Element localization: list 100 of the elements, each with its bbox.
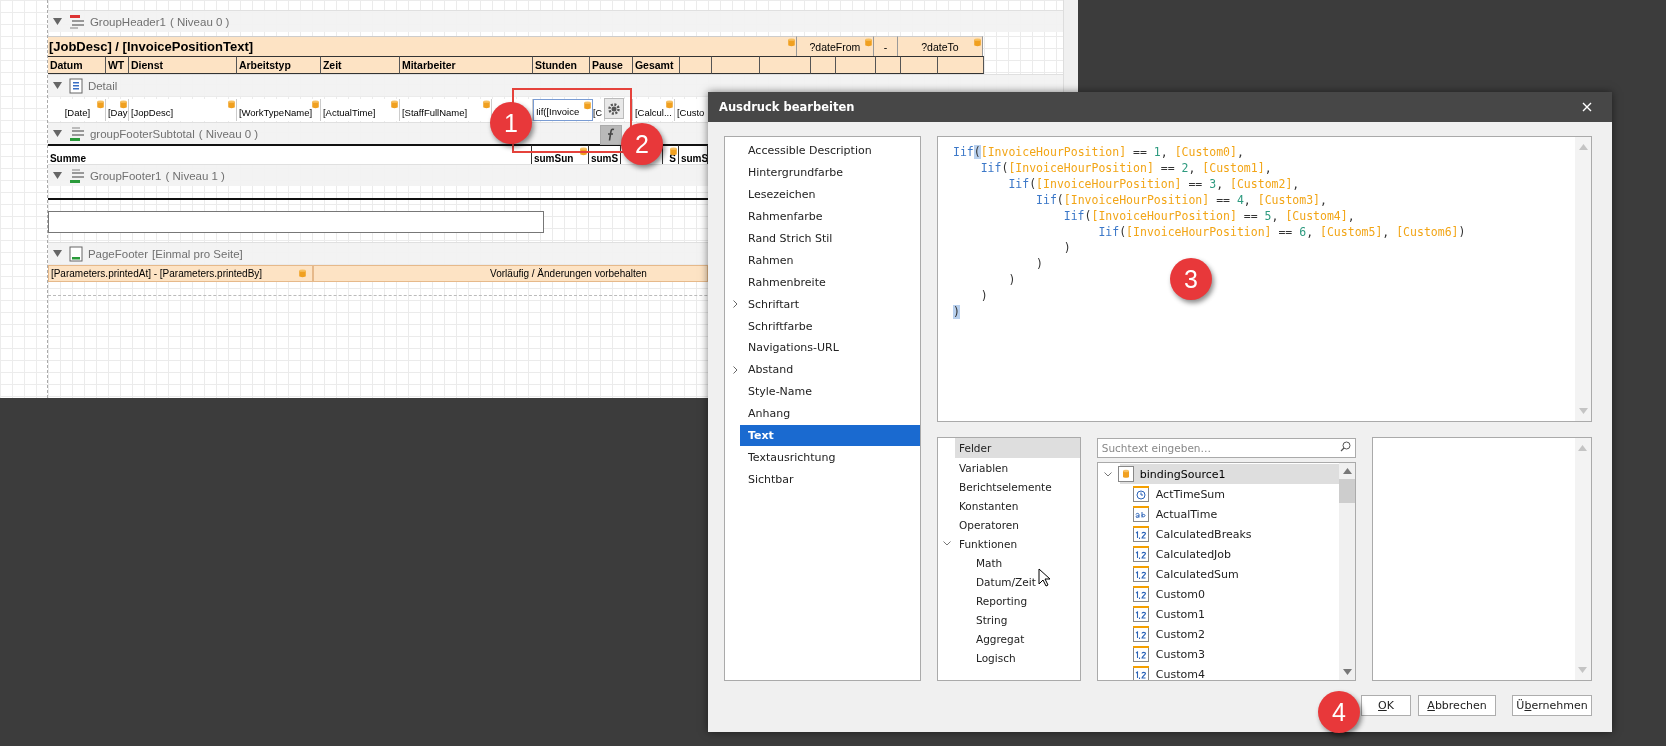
report-field[interactable]: [Custo — [674, 99, 709, 121]
column-header[interactable]: Datum — [47, 56, 106, 74]
close-icon[interactable] — [1582, 102, 1592, 112]
code-line: ) — [979, 288, 988, 304]
category-item[interactable]: Logisch — [955, 648, 1080, 667]
column-header[interactable]: Dienst — [128, 56, 237, 74]
property-item[interactable]: Hintergrundfarbe — [740, 161, 920, 184]
smart-tag-button[interactable] — [604, 98, 624, 119]
search-icon[interactable] — [1340, 441, 1352, 452]
category-item[interactable]: String — [955, 610, 1080, 629]
dialog-button[interactable]: OK — [1361, 695, 1411, 716]
band-header[interactable]: GroupHeader1 ( Niveau 0 ) — [47, 10, 1063, 32]
report-field[interactable]: [JopDesc] — [128, 99, 237, 121]
category-item[interactable]: Operatoren — [955, 515, 1080, 534]
report-field[interactable]: [WorkTypeName] — [236, 99, 321, 121]
report-field[interactable]: ?dateTo — [897, 36, 983, 56]
group-header-icon — [68, 13, 85, 30]
scrollbar[interactable] — [1339, 463, 1356, 680]
report-field[interactable]: ?dateFrom — [796, 36, 874, 56]
scroll-up-icon[interactable] — [1342, 468, 1352, 474]
report-field[interactable]: Iif([Invoice — [532, 99, 593, 121]
property-item[interactable]: Sichtbar — [740, 468, 920, 491]
report-field[interactable]: - — [873, 36, 898, 56]
expand-icon[interactable] — [943, 541, 951, 546]
property-item[interactable]: Textausrichtung — [740, 446, 920, 469]
band-label: GroupFooter1 — [89, 169, 162, 182]
category-item[interactable]: Math — [955, 553, 1080, 572]
tree-item[interactable]: Custom4 — [1097, 664, 1340, 680]
cursor-icon — [1038, 568, 1052, 588]
tree-item[interactable]: Custom3 — [1097, 644, 1340, 664]
tree-item[interactable]: CalculatedSum — [1097, 564, 1340, 584]
tree-item[interactable]: CalculatedBreaks — [1097, 524, 1340, 544]
column-header[interactable]: Gesamt — [632, 56, 680, 74]
property-item[interactable]: Abstand — [740, 358, 920, 381]
property-item[interactable]: Schriftart — [740, 293, 920, 316]
expand-icon[interactable] — [1103, 471, 1112, 477]
category-item[interactable]: Felder — [955, 438, 1080, 458]
collapse-icon[interactable] — [52, 130, 62, 137]
column-header[interactable]: Zeit — [320, 56, 400, 74]
report-field[interactable]: Summe — [47, 144, 532, 164]
tree-item[interactable]: ActTimeSum — [1097, 484, 1340, 504]
band-label: GroupHeader1 — [89, 15, 166, 28]
collapse-icon[interactable] — [52, 18, 62, 25]
dialog-button[interactable]: Abbrechen — [1418, 695, 1496, 716]
property-item[interactable]: Style-Name — [740, 380, 920, 403]
category-item[interactable]: Reporting — [955, 591, 1080, 610]
band-header[interactable]: Detail — [47, 74, 1063, 96]
column-header[interactable]: Pause — [589, 56, 633, 74]
collapse-icon[interactable] — [52, 250, 62, 257]
code-line: ) — [1062, 240, 1071, 256]
report-field[interactable]: [JobDesc] / [InvoicePositionText] — [47, 36, 797, 56]
report-field[interactable]: [Day — [105, 99, 129, 121]
expression-button[interactable] — [600, 125, 622, 145]
column-header[interactable]: Mitarbeiter — [399, 56, 533, 74]
category-item[interactable]: Konstanten — [955, 496, 1080, 515]
report-field[interactable]: [Calcul... — [632, 99, 675, 121]
property-item[interactable]: Rahmenfarbe — [740, 205, 920, 228]
tree-item[interactable]: bindingSource1 — [1103, 464, 1340, 484]
property-item[interactable]: Text — [740, 424, 920, 447]
property-item[interactable]: Lesezeichen — [740, 183, 920, 206]
dialog-title: Ausdruck bearbeiten — [719, 100, 855, 114]
category-item[interactable]: Datum/Zeit — [955, 572, 1080, 591]
dialog-button[interactable]: Übernehmen — [1512, 695, 1592, 716]
column-header[interactable]: Arbeitstyp — [236, 56, 321, 74]
column-header[interactable]: WT — [105, 56, 129, 74]
column-header[interactable]: Stunden — [532, 56, 590, 74]
code-editor[interactable] — [937, 136, 1592, 422]
code-line: Iif([InvoiceHourPosition] == 4, [Custom3], — [1035, 192, 1327, 208]
band-caption: ( Niveau 0 ) — [170, 15, 230, 28]
tree-item[interactable]: ActualTime — [1097, 504, 1340, 524]
search-field[interactable]: Suchtext eingeben… — [1096, 438, 1357, 458]
function-icon — [606, 128, 616, 142]
category-item[interactable]: Berichtselemente — [955, 477, 1080, 496]
gear-icon — [607, 101, 621, 116]
property-item[interactable]: Navigations-URL — [740, 337, 920, 359]
collapse-icon[interactable] — [52, 82, 62, 89]
property-item[interactable]: Anhang — [740, 402, 920, 425]
code-line: Iif([InvoiceHourPosition] == 1, [Custom0], — [953, 144, 1244, 160]
report-field[interactable]: [StaffFullName] — [399, 99, 492, 121]
category-item[interactable]: Funktionen — [955, 534, 1080, 553]
scroll-down-icon[interactable] — [1342, 669, 1352, 675]
category-item[interactable]: Variablen — [955, 458, 1080, 477]
document-icon — [68, 77, 83, 94]
property-item[interactable]: Rahmenbreite — [740, 271, 920, 294]
report-field[interactable]: [ActualTime] — [320, 99, 400, 121]
report-field[interactable]: Vorläufig / Änderungen vorbehalten — [312, 265, 708, 282]
tree-item[interactable]: Custom0 — [1097, 584, 1340, 604]
collapse-icon[interactable] — [52, 172, 62, 179]
scroll-thumb[interactable] — [1339, 479, 1356, 503]
tree-item[interactable]: CalculatedJob — [1097, 544, 1340, 564]
property-item[interactable]: Schriftfarbe — [740, 315, 920, 337]
report-field[interactable]: [Parameters.printedAt] - [Parameters.printedBy] — [47, 265, 313, 282]
code-line: Iif([InvoiceHourPosition] == 6, [Custom5], [Custom6]) — [1097, 224, 1466, 240]
tree-item[interactable]: Custom1 — [1097, 604, 1340, 624]
expand-icon[interactable] — [733, 365, 738, 374]
category-item[interactable]: Aggregat — [955, 629, 1080, 648]
report-field[interactable]: sumS — [678, 144, 708, 164]
tree-item[interactable]: Custom2 — [1097, 624, 1340, 644]
report-field[interactable]: [Date] — [47, 99, 106, 121]
expand-icon[interactable] — [733, 300, 738, 309]
